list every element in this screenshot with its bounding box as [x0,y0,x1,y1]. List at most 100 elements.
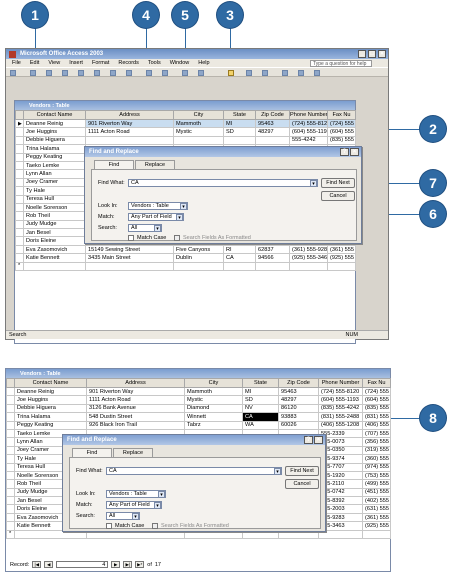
row-selector[interactable] [15,219,24,230]
table-cell[interactable] [223,261,256,272]
table-cell[interactable]: Peggy Keating [23,152,86,162]
table-cell[interactable]: 901 Riverton Way [85,118,174,129]
row-selector[interactable] [15,244,24,255]
row-selector[interactable]: ▶ [15,118,24,129]
undo-icon[interactable] [126,70,132,76]
table-cell[interactable]: Rob Theil [23,211,86,221]
column-header[interactable]: City [184,378,243,388]
table-cell[interactable] [362,529,391,540]
table-row[interactable]: Trina Halama 548 Dustin Street Winnett CA 93… [6,412,391,422]
row-selector[interactable] [15,194,24,204]
table-cell[interactable]: Joey Cramer [23,177,86,188]
menu-insert[interactable]: Insert [69,60,83,66]
table-cell[interactable]: (724) 555 [327,118,356,129]
table-cell[interactable]: 555-4242 [289,135,328,146]
table-cell[interactable]: 94566 [255,253,290,263]
table-cell[interactable]: (604) 555-1193 [318,395,363,405]
table-cell[interactable]: (707) 555 [362,428,391,439]
table-cell[interactable]: SD [242,395,279,405]
table-cell[interactable]: 48297 [255,127,290,137]
table-cell[interactable]: Mystic [173,127,224,137]
table-cell[interactable]: Mystic [184,395,243,405]
menu-edit[interactable]: Edit [30,60,39,66]
table-cell[interactable]: (724) 555-8120 [289,118,328,129]
table-cell[interactable]: Tabrz [184,420,243,430]
chevron-down-icon[interactable]: ▾ [158,491,165,498]
chevron-down-icon[interactable]: ▾ [132,513,139,520]
row-selector[interactable] [15,177,24,188]
row-selector[interactable] [6,420,15,430]
table-cell[interactable] [85,261,174,272]
table-cell[interactable]: Deanne Reinig [23,118,86,129]
table-cell[interactable]: (925) 555 [362,521,391,531]
help-icon[interactable] [314,70,320,76]
table-cell[interactable] [173,135,224,146]
table-cell[interactable]: 95463 [255,118,290,129]
column-header[interactable]: Fax Nu [362,378,391,388]
row-selector[interactable] [6,412,15,422]
table-cell[interactable]: (724) 555-8120 [318,386,363,397]
table-row[interactable]: Joe Huggins 1111 Acton Road Mystic SD 48297(… [15,127,356,137]
cancel-button-2[interactable]: Cancel [285,479,319,489]
menu-records[interactable]: Records [118,60,138,66]
row-selector[interactable] [6,512,15,523]
first-record-icon[interactable]: |◀ [32,561,42,568]
table-cell[interactable]: 60026 [278,420,319,430]
row-selector[interactable] [15,186,24,196]
table-cell[interactable]: 548 Dustin Street [86,412,185,422]
table-cell[interactable]: 926 Black Iron Trail [86,420,185,430]
column-header[interactable]: Zip Code [255,110,290,120]
look-in-select[interactable]: Vendors : Table ▾ [128,202,188,210]
table-cell[interactable]: (925) 555 [327,253,356,263]
print-icon[interactable] [46,70,52,76]
table-cell[interactable]: Peggy Keating [14,420,87,430]
column-header[interactable]: Contact Name [23,110,86,120]
table-cell[interactable]: (604) 555 [327,127,356,137]
table-cell[interactable]: (361) 555 [362,512,391,523]
sort-descending-icon[interactable] [162,70,168,76]
table-cell[interactable]: Katie Bennett [23,253,86,263]
table-cell[interactable]: 3435 Main Street [85,253,174,263]
row-selector[interactable] [6,437,15,447]
row-selector[interactable] [15,135,24,146]
menu-format[interactable]: Format [92,60,109,66]
table-cell[interactable]: Debbie Higuera [14,403,87,414]
search-formatted-checkbox[interactable] [174,235,180,241]
table-cell[interactable]: (356) 555 [362,437,391,447]
tab-find-2[interactable]: Find [72,448,112,457]
row-selector[interactable] [6,445,15,456]
table-row[interactable]: ▶ Deanne Reinig 901 Riverton Way Mammoth MI 9… [15,118,356,129]
save-icon[interactable] [30,70,36,76]
column-header[interactable]: Phone Number [318,378,363,388]
apply-filter-icon[interactable] [198,70,204,76]
row-selector[interactable] [6,487,15,498]
table-cell[interactable]: (604) 555 [362,395,391,405]
close-icon[interactable]: × [378,50,386,58]
database-window-icon[interactable] [282,70,288,76]
menu-file[interactable]: File [12,60,21,66]
table-cell[interactable]: (831) 555 [362,412,391,422]
new-record-row[interactable]: * [15,261,356,272]
table-cell[interactable]: Jan Besel [23,228,86,238]
column-header[interactable]: Fax Nu [327,110,356,120]
table-cell[interactable]: (604) 555-1193 [289,127,328,137]
match-select-2[interactable]: Any Part of Field ▾ [106,501,162,509]
chevron-down-icon[interactable]: ▾ [154,502,161,509]
table-cell[interactable]: (925) 555-3463 [289,253,328,263]
table-cell[interactable]: (406) 555-1208 [318,420,363,430]
match-select[interactable]: Any Part of Field ▾ [128,213,184,221]
table-row[interactable]: Eva Zasomovich 15149 Sewing Street Five Ca… [15,244,356,255]
column-header[interactable]: Phone Number [289,110,328,120]
table-cell[interactable]: (451) 555 [362,487,391,498]
table-cell[interactable]: Teresa Hull [23,194,86,204]
row-selector[interactable] [15,160,24,171]
column-header[interactable]: Address [85,110,174,120]
search-select-2[interactable]: All ▾ [106,512,140,520]
table-cell[interactable]: MI [223,118,256,129]
new-record-icon[interactable] [246,70,252,76]
table-cell[interactable]: (406) 555 [362,420,391,430]
table-cell[interactable]: Judy Mudge [23,219,86,230]
maximize-icon[interactable]: □ [368,50,376,58]
table-cell[interactable]: Taeko Lemke [23,160,86,171]
table-cell[interactable]: 48297 [278,395,319,405]
